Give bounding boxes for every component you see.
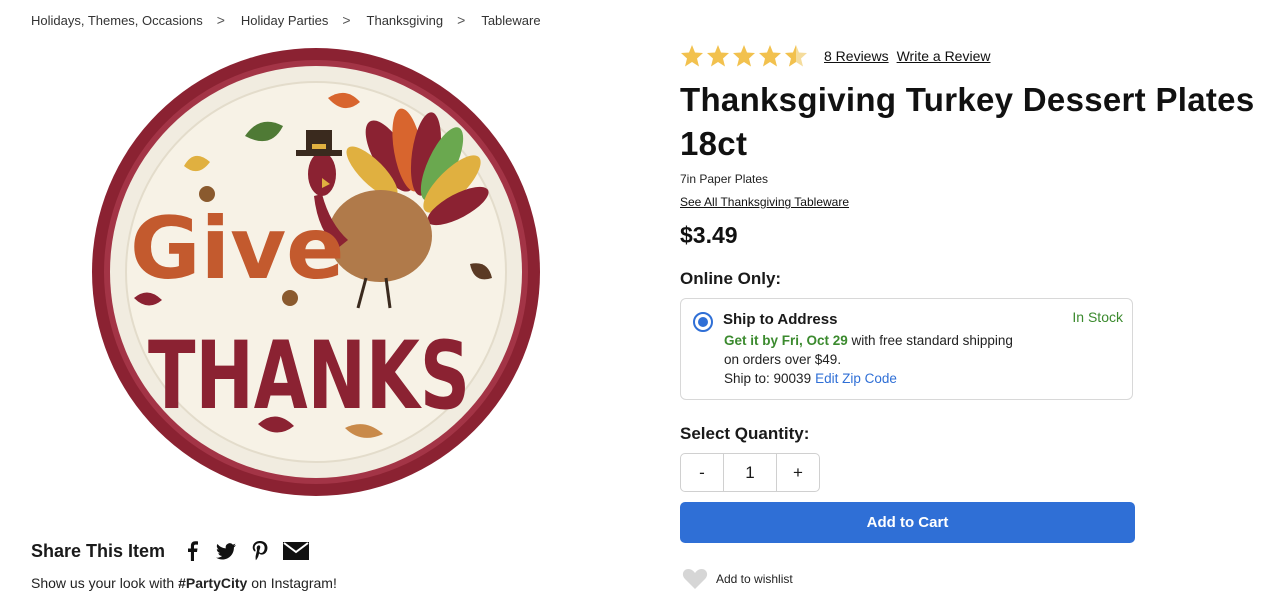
- quantity-input[interactable]: 1: [723, 454, 777, 491]
- star-full-icon: [733, 45, 755, 67]
- breadcrumb-item-tableware[interactable]: Tableware: [481, 13, 540, 28]
- delivery-date: Get it by Fri, Oct 29: [724, 333, 848, 348]
- email-icon[interactable]: [283, 540, 310, 562]
- breadcrumb-item-thanksgiving[interactable]: Thanksgiving: [367, 13, 444, 28]
- breadcrumb-separator: >: [457, 12, 466, 28]
- delivery-estimate: Get it by Fri, Oct 29 with free standard…: [724, 333, 1013, 348]
- increase-quantity-button[interactable]: +: [777, 454, 819, 491]
- breadcrumb: Holidays, Themes, Occasions > Holiday Pa…: [31, 12, 541, 28]
- pinterest-icon[interactable]: [249, 540, 271, 562]
- plate-text-give: Give: [130, 199, 344, 299]
- star-full-icon: [681, 45, 703, 67]
- breadcrumb-separator: >: [342, 12, 351, 28]
- edit-zip-link[interactable]: Edit Zip Code: [815, 371, 897, 386]
- ship-to-label: Ship to: 90039: [724, 371, 812, 386]
- star-rating: [680, 44, 810, 68]
- online-only-heading: Online Only:: [680, 269, 782, 288]
- product-image[interactable]: Give THANKS: [90, 46, 542, 498]
- ship-to-address-option[interactable]: Ship to Address In Stock Get it by Fri, …: [680, 298, 1133, 400]
- ship-option-title: Ship to Address: [723, 311, 838, 328]
- ship-radio[interactable]: [693, 312, 713, 332]
- product-price: $3.49: [680, 222, 738, 248]
- breadcrumb-separator: >: [216, 12, 225, 28]
- ship-to-zip: Ship to: 90039 Edit Zip Code: [724, 371, 897, 386]
- reviews-link[interactable]: 8 Reviews: [824, 48, 889, 64]
- quantity-stepper: - 1 +: [680, 453, 820, 492]
- decrease-quantity-button[interactable]: -: [681, 454, 723, 491]
- plate-text-thanks: THANKS: [148, 322, 470, 431]
- quantity-label: Select Quantity:: [680, 424, 810, 443]
- insta-suffix: on Instagram!: [247, 575, 337, 591]
- star-full-icon: [707, 45, 729, 67]
- insta-prefix: Show us your look with: [31, 575, 179, 591]
- share-title: Share This Item: [31, 540, 166, 561]
- facebook-icon[interactable]: [181, 540, 203, 562]
- heart-icon: [682, 569, 708, 589]
- radio-selected-dot: [698, 317, 708, 327]
- hashtag-link[interactable]: #PartyCity: [178, 575, 247, 591]
- star-half-icon: [785, 45, 807, 67]
- wishlist-label: Add to wishlist: [716, 572, 793, 586]
- star-full-icon: [759, 45, 781, 67]
- product-title: Thanksgiving Turkey Dessert Plates 18ct: [680, 81, 1255, 162]
- rating-row: 8 Reviews Write a Review: [680, 44, 998, 68]
- share-section: Share This Item: [31, 540, 321, 562]
- write-review-link[interactable]: Write a Review: [897, 48, 991, 64]
- add-to-wishlist-button[interactable]: Add to wishlist: [682, 568, 793, 590]
- twitter-icon[interactable]: [215, 540, 237, 562]
- breadcrumb-item-holiday-parties[interactable]: Holiday Parties: [241, 13, 328, 28]
- instagram-callout: Show us your look with #PartyCity on Ins…: [31, 575, 337, 591]
- breadcrumb-item-holidays[interactable]: Holidays, Themes, Occasions: [31, 13, 203, 28]
- add-to-cart-button[interactable]: Add to Cart: [680, 502, 1135, 543]
- product-subtitle: 7in Paper Plates: [680, 172, 769, 186]
- shipping-text: with free standard shipping: [847, 333, 1013, 348]
- shipping-threshold: on orders over $49.: [724, 352, 842, 367]
- stock-status: In Stock: [1072, 309, 1123, 325]
- see-all-link[interactable]: See All Thanksgiving Tableware: [680, 195, 849, 209]
